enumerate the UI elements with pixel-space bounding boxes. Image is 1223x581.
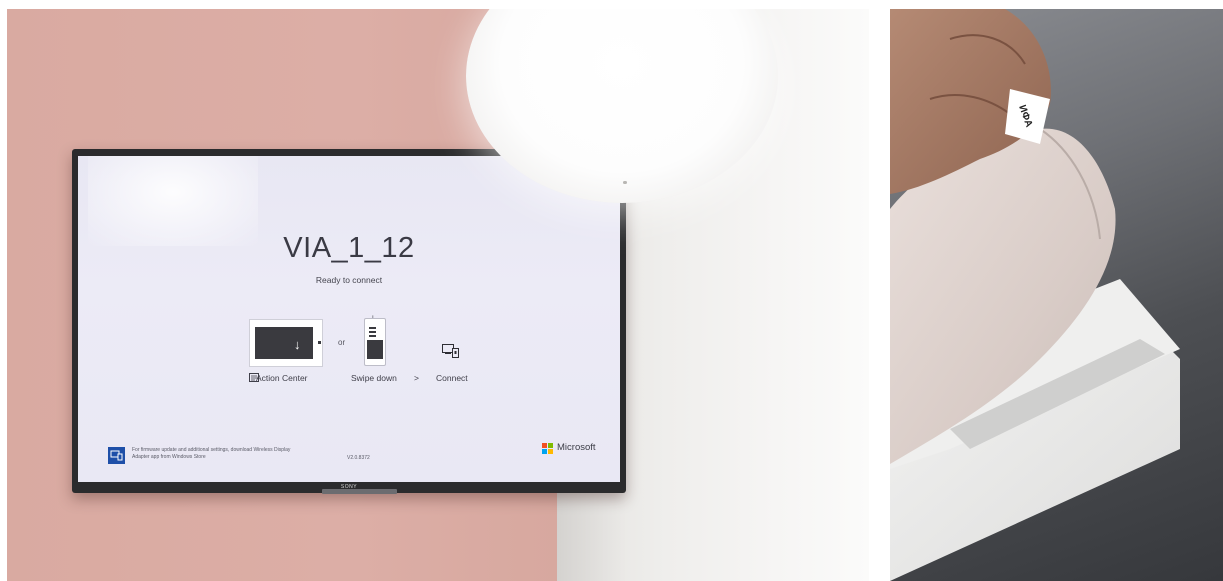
device-name: VIA_1_12 <box>283 232 415 264</box>
status-text: Ready to connect <box>315 275 383 285</box>
down-arrow-icon: ↓ <box>294 337 301 352</box>
wireless-display-app-icon <box>108 447 125 464</box>
tv-screen: VIA_1_12 Ready to connect ↓ or ↓ <box>78 156 620 482</box>
phone-swipe-icon <box>364 318 386 366</box>
action-center-label: Action Center <box>256 373 308 383</box>
right-photo: ИФА <box>890 9 1223 581</box>
connect-icon <box>442 344 459 358</box>
swipe-down-label: Swipe down <box>351 373 397 383</box>
footer-instructions: For firmware update and additional setti… <box>132 447 362 461</box>
microsoft-logo-icon <box>542 443 553 454</box>
tv-bottom-bar <box>322 489 397 494</box>
footer-line-2: Adapter app from Windows Store <box>132 454 206 460</box>
left-photo: VIA_1_12 Ready to connect ↓ or ↓ <box>7 9 869 581</box>
lamp-detail <box>623 181 627 184</box>
version-text: V2.0.8372 <box>347 455 370 461</box>
connect-label: Connect <box>436 373 468 383</box>
footer-line-1: For firmware update and additional setti… <box>132 447 291 453</box>
microsoft-wordmark: Microsoft <box>557 442 596 453</box>
step-arrow-text: > <box>414 373 419 383</box>
action-center-illustration: ↓ <box>249 319 323 367</box>
wall-mounted-tv: VIA_1_12 Ready to connect ↓ or ↓ <box>72 149 626 494</box>
or-text: or <box>338 338 346 347</box>
unboxing-scene: ИФА <box>890 9 1180 581</box>
